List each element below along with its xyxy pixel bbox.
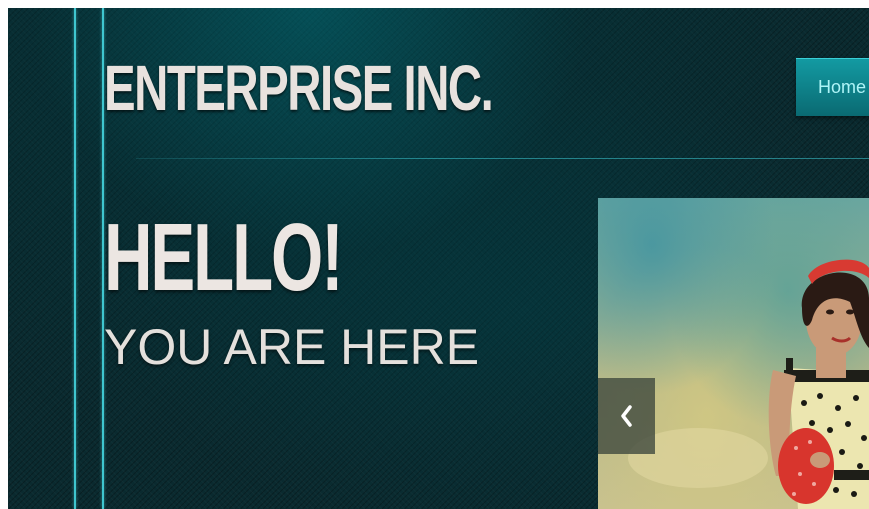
- guide-line-left: [74, 8, 76, 509]
- hero-subheadline: YOU ARE HERE: [104, 319, 480, 375]
- slider-prev-button[interactable]: [598, 378, 655, 454]
- site-logo[interactable]: ENTERPRISE INC.: [104, 48, 494, 128]
- nav-item-home[interactable]: Home: [796, 58, 869, 116]
- hero-headline: HELLO!: [104, 204, 344, 311]
- slide-photo: [628, 259, 869, 509]
- nav-item-home-label: Home: [818, 77, 867, 97]
- header-divider: [136, 158, 869, 159]
- chevron-left-icon: [621, 405, 632, 427]
- slider-image: [598, 198, 869, 509]
- page-frame: ENTERPRISE INC. Home HELLO! YOU ARE HERE: [8, 8, 869, 509]
